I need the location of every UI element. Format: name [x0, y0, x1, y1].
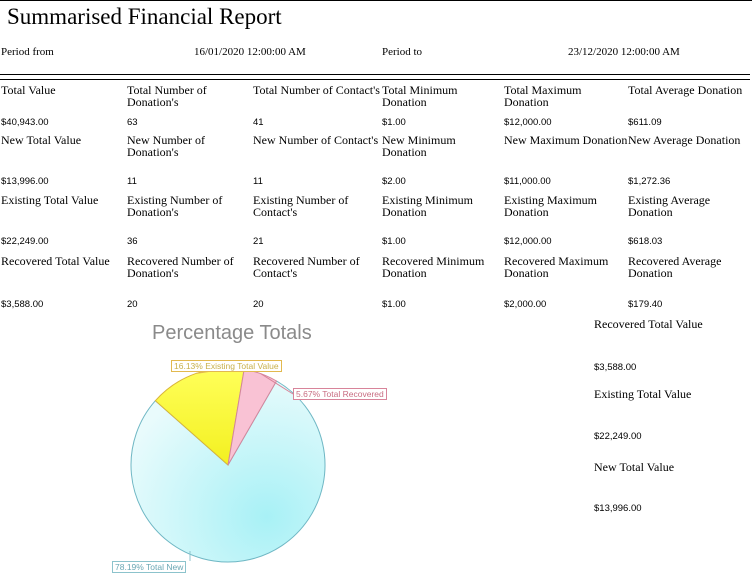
metric-value: $1.00	[382, 236, 406, 247]
metric-label: Total Number of Donation's	[127, 83, 207, 109]
metric-value: $179.40	[628, 299, 663, 310]
metric-value: 21	[253, 236, 264, 247]
metric-value: $12,000.00	[504, 236, 552, 247]
period-to-label: Period to	[382, 46, 423, 58]
metric-value: 41	[253, 117, 264, 128]
metric-label: Recovered Total Value	[1, 254, 110, 268]
metric-label: Recovered Number of Donation's	[127, 254, 234, 280]
side-label-new: New Total Value	[594, 460, 675, 474]
header-rule-bottom	[0, 79, 750, 80]
metric-label: Existing Number of Contact's	[253, 193, 349, 219]
pie-label-new: 78.19% Total New	[112, 561, 187, 573]
metric-label: New Minimum Donation	[382, 133, 456, 159]
metric-value: $13,996.00	[1, 176, 49, 187]
metric-value: 11	[253, 176, 263, 187]
metric-value: $3,588.00	[1, 299, 44, 310]
top-rule	[0, 0, 752, 1]
metric-label: New Total Value	[1, 133, 82, 147]
metric-label: Existing Maximum Donation	[504, 193, 597, 219]
metric-value: $40,943.00	[1, 117, 49, 128]
report-title: Summarised Financial Report	[7, 4, 282, 29]
period-from-value: 16/01/2020 12:00:00 AM	[194, 46, 306, 58]
metric-label: Recovered Average Donation	[628, 254, 722, 280]
side-label-recovered: Recovered Total Value	[594, 317, 703, 331]
metric-label: Recovered Number of Contact's	[253, 254, 360, 280]
metric-label: New Average Donation	[628, 133, 741, 147]
metric-value: $2.00	[382, 176, 406, 187]
metric-label: Existing Minimum Donation	[382, 193, 474, 219]
metric-label: Existing Number of Donation's	[127, 193, 223, 219]
metric-label: Total Minimum Donation	[382, 83, 458, 109]
metric-value: $22,249.00	[1, 236, 49, 247]
metric-value: $1.00	[382, 117, 406, 128]
side-label-existing: Existing Total Value	[594, 387, 692, 401]
metric-value: $2,000.00	[504, 299, 547, 310]
metric-value: 11	[127, 176, 137, 187]
pie-label-existing: 16.13% Existing Total Value	[171, 360, 282, 372]
metric-label: New Number of Donation's	[127, 133, 205, 159]
chart-title: Percentage Totals	[152, 322, 312, 344]
side-value-existing: $22,249.00	[594, 431, 642, 442]
metric-value: $611.09	[628, 117, 662, 128]
metric-label: Recovered Minimum Donation	[382, 254, 485, 280]
pie-label-recovered: 5.67% Total Recovered	[293, 388, 387, 400]
side-value-recovered: $3,588.00	[594, 362, 637, 373]
period-from-label: Period from	[1, 46, 54, 58]
metric-value: $12,000.00	[504, 117, 552, 128]
metric-label: Recovered Maximum Donation	[504, 254, 609, 280]
metric-label: Existing Total Value	[1, 193, 99, 207]
metric-value: $1,272.36	[628, 176, 671, 187]
period-to-value: 23/12/2020 12:00:00 AM	[568, 46, 680, 58]
metric-value: $11,000.00	[504, 176, 551, 187]
metric-value: $1.00	[382, 299, 406, 310]
metric-label: New Maximum Donation	[504, 133, 628, 147]
metric-label: New Number of Contact's	[253, 133, 379, 147]
metric-value: 63	[127, 117, 138, 128]
metric-label: Existing Average Donation	[628, 193, 711, 219]
metric-label: Total Value	[1, 83, 56, 97]
metric-label: Total Maximum Donation	[504, 83, 582, 109]
metric-value: $618.03	[628, 236, 663, 247]
side-value-new: $13,996.00	[594, 503, 642, 514]
metric-label: Total Number of Contact's	[253, 83, 380, 97]
metric-value: 36	[127, 236, 138, 247]
metric-value: 20	[253, 299, 264, 310]
metric-label: Total Average Donation	[628, 83, 743, 97]
metric-value: 20	[127, 299, 138, 310]
header-rule-top	[0, 74, 750, 75]
